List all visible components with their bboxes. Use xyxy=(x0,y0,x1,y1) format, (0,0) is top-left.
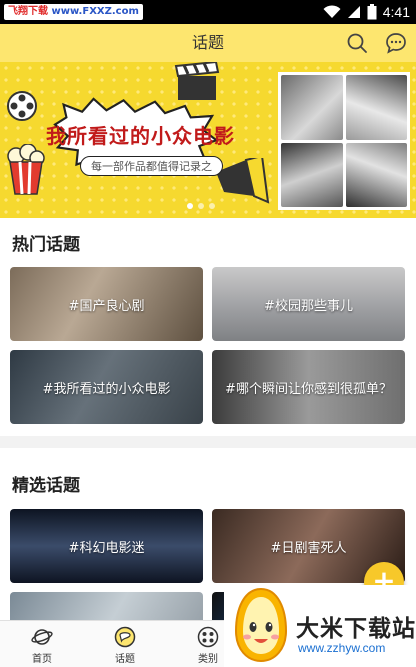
site-watermark-badge: 大米下载站 www.zzhyw.com xyxy=(224,585,416,667)
watermark-url: www.FXXZ.com xyxy=(51,6,139,17)
signal-icon xyxy=(347,6,360,18)
watermark-site-name: 大米下载站 xyxy=(296,616,416,642)
nav-label: 话题 xyxy=(115,654,135,665)
topic-card-label: #哪个瞬间让你感到很孤单？ xyxy=(225,381,392,397)
topic-card[interactable]: #校园那些事儿 xyxy=(212,267,405,341)
topic-card[interactable]: #哪个瞬间让你感到很孤单？ xyxy=(212,350,405,424)
section-divider xyxy=(0,436,416,448)
planet-icon xyxy=(31,629,53,645)
chat-bubble-icon[interactable] xyxy=(385,32,407,54)
photo xyxy=(345,142,407,207)
search-icon[interactable] xyxy=(346,32,368,54)
carousel-dot xyxy=(198,203,204,209)
topic-card[interactable]: #我所看过的小众电影 xyxy=(10,350,203,424)
banner-subtitle: 每一部作品都值得记录之 xyxy=(80,156,223,176)
nav-item-home[interactable]: 首页 xyxy=(12,621,72,667)
topic-card-label: #我所看过的小众电影 xyxy=(42,381,171,397)
nav-label: 首页 xyxy=(32,654,52,665)
topic-screen: 飞翔下载 www.FXXZ.com 4:41 话题 我所看过的小众电影 每一部作… xyxy=(0,0,416,667)
watermark-site-url: www.zzhyw.com xyxy=(298,641,386,655)
banner-carousel[interactable]: 我所看过的小众电影 每一部作品都值得记录之 xyxy=(0,62,416,218)
banner-title: 我所看过的小众电影 xyxy=(46,124,235,148)
photo xyxy=(281,75,343,140)
watermark: 飞翔下载 www.FXXZ.com xyxy=(4,4,143,20)
hot-topics-heading: 热门话题 xyxy=(12,235,80,255)
photo xyxy=(345,75,407,140)
status-bar: 飞翔下载 www.FXXZ.com 4:41 xyxy=(0,0,416,24)
topic-card-label: #校园那些事儿 xyxy=(264,298,353,314)
topic-card-label: #国产良心剧 xyxy=(68,298,145,314)
featured-topics-heading: 精选话题 xyxy=(12,476,80,496)
topic-card[interactable]: #国产良心剧 xyxy=(10,267,203,341)
carousel-dot xyxy=(209,203,215,209)
app-bar: 话题 xyxy=(0,24,416,62)
watermark-brand: 飞翔下载 xyxy=(8,6,48,17)
banner-photo-collage xyxy=(278,72,410,210)
topic-icon xyxy=(114,626,136,648)
wifi-icon xyxy=(323,5,341,18)
rice-mascot-logo xyxy=(234,587,288,663)
carousel-indicator xyxy=(187,203,215,209)
carousel-dot-active xyxy=(187,203,193,209)
category-icon xyxy=(197,626,219,648)
topic-card-label: #科幻电影迷 xyxy=(68,540,145,556)
photo xyxy=(281,142,343,207)
battery-icon xyxy=(367,4,377,20)
nav-item-topics[interactable]: 话题 xyxy=(95,621,155,667)
topic-card[interactable]: #科幻电影迷 xyxy=(10,509,203,583)
clock: 4:41 xyxy=(382,4,410,20)
